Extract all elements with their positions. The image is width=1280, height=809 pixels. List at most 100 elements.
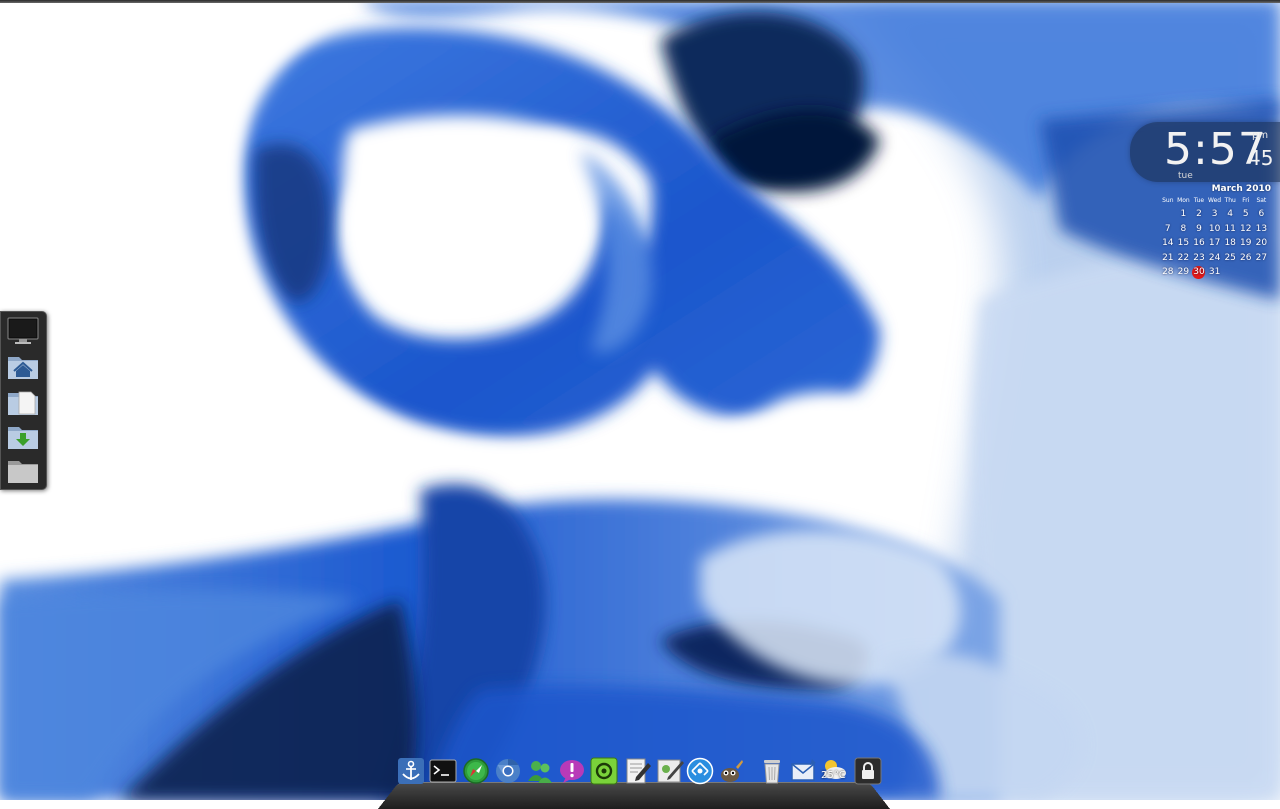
calendar-day[interactable]: 26 bbox=[1238, 251, 1254, 266]
calendar-day[interactable]: 21 bbox=[1160, 251, 1176, 266]
places-item-folder[interactable] bbox=[7, 455, 39, 485]
calendar-day[interactable]: 12 bbox=[1238, 222, 1254, 237]
calendar-cell[interactable]: 29 bbox=[1176, 265, 1192, 280]
calendar-cell[interactable]: 19 bbox=[1238, 236, 1254, 251]
calendar-day[interactable]: 23 bbox=[1191, 251, 1207, 266]
clock-day: tue bbox=[1178, 171, 1193, 181]
dock-item-mail[interactable] bbox=[790, 757, 818, 785]
recycle-icon bbox=[590, 757, 618, 785]
calendar-day[interactable]: 13 bbox=[1254, 222, 1270, 237]
calendar-cell[interactable]: 26 bbox=[1238, 251, 1254, 266]
calendar-day[interactable]: 1 bbox=[1176, 207, 1192, 222]
calendar-cell[interactable]: 2 bbox=[1191, 207, 1207, 222]
calendar-cell[interactable]: 21 bbox=[1160, 251, 1176, 266]
calendar-cell[interactable]: 8 bbox=[1176, 222, 1192, 237]
calendar-cell[interactable]: 27 bbox=[1254, 251, 1270, 266]
dock-item-anchor[interactable] bbox=[397, 757, 425, 785]
calendar-cell[interactable]: 6 bbox=[1254, 207, 1270, 222]
calendar-empty-cell bbox=[1238, 265, 1254, 280]
calendar-day[interactable]: 24 bbox=[1207, 251, 1223, 266]
calendar-cell[interactable]: 17 bbox=[1207, 236, 1223, 251]
calendar-empty-cell bbox=[1222, 265, 1238, 280]
dock-item-lock[interactable] bbox=[854, 757, 882, 785]
calendar-weekday: Wed bbox=[1208, 197, 1222, 204]
dock-item-contacts[interactable] bbox=[526, 757, 554, 785]
calendar-day[interactable]: 9 bbox=[1191, 222, 1207, 237]
dock-item-compass[interactable] bbox=[462, 757, 490, 785]
calendar-day[interactable]: 11 bbox=[1222, 222, 1238, 237]
places-item-computer[interactable] bbox=[7, 316, 39, 346]
calendar-day[interactable]: 16 bbox=[1191, 236, 1207, 251]
calendar-cell[interactable]: 1 bbox=[1176, 207, 1192, 222]
calendar-day[interactable]: 31 bbox=[1207, 265, 1223, 280]
text-editor-icon bbox=[626, 758, 651, 784]
places-sidebar bbox=[0, 311, 47, 490]
dock-item-trash[interactable] bbox=[758, 757, 786, 785]
calendar-day[interactable]: 8 bbox=[1176, 222, 1192, 237]
dock-item-network[interactable] bbox=[686, 757, 714, 785]
calendar-cell[interactable]: 10 bbox=[1207, 222, 1223, 237]
calendar-cell[interactable]: 23 bbox=[1191, 251, 1207, 266]
calendar-weekday: Sat bbox=[1256, 197, 1267, 204]
mail-icon bbox=[791, 759, 816, 781]
calendar-day[interactable]: 27 bbox=[1254, 251, 1270, 266]
places-item-home[interactable] bbox=[7, 351, 39, 381]
calendar-cell[interactable]: 28 bbox=[1160, 265, 1176, 280]
calendar-day[interactable]: 6 bbox=[1254, 207, 1270, 222]
calendar-day[interactable]: 29 bbox=[1176, 265, 1192, 280]
calendar-cell[interactable]: 7 bbox=[1160, 222, 1176, 237]
places-item-documents[interactable] bbox=[7, 387, 39, 417]
calendar-day[interactable]: 15 bbox=[1176, 236, 1192, 251]
calendar-weekday: Thu bbox=[1224, 197, 1236, 204]
calendar-cell[interactable]: 4 bbox=[1222, 207, 1238, 222]
dock-item-text-editor[interactable] bbox=[624, 757, 652, 785]
calendar-cell[interactable]: 31 bbox=[1207, 265, 1223, 280]
calendar-day[interactable]: 28 bbox=[1160, 265, 1176, 280]
calendar-cell[interactable]: 16 bbox=[1191, 236, 1207, 251]
weather-temperature: 25°C bbox=[821, 770, 846, 781]
calendar-cell[interactable]: 14 bbox=[1160, 236, 1176, 251]
dock-item-recycle[interactable] bbox=[590, 757, 618, 785]
calendar-cell[interactable]: 22 bbox=[1176, 251, 1192, 266]
calendar-cell[interactable]: 13 bbox=[1254, 222, 1270, 237]
calendar-day[interactable]: 19 bbox=[1238, 236, 1254, 251]
calendar-cell[interactable]: 11 bbox=[1222, 222, 1238, 237]
calendar-day[interactable]: 17 bbox=[1207, 236, 1223, 251]
gimp-icon bbox=[721, 760, 743, 782]
calendar-today[interactable]: 30 bbox=[1192, 266, 1206, 280]
calendar-day[interactable]: 10 bbox=[1207, 222, 1223, 237]
dock-item-terminal[interactable] bbox=[429, 757, 457, 785]
calendar-weekday: Fri bbox=[1242, 197, 1250, 204]
calendar-cell[interactable]: 18 bbox=[1222, 236, 1238, 251]
calendar-day[interactable]: 14 bbox=[1160, 236, 1176, 251]
calendar-cell[interactable]: 9 bbox=[1191, 222, 1207, 237]
places-item-downloads[interactable] bbox=[7, 421, 39, 451]
calendar-day[interactable]: 3 bbox=[1207, 207, 1223, 222]
documents-folder-icon bbox=[8, 391, 38, 415]
calendar-empty-cell bbox=[1160, 207, 1176, 222]
calendar-cell[interactable]: 24 bbox=[1207, 251, 1223, 266]
dock-item-chromium[interactable] bbox=[494, 757, 522, 785]
calendar-day[interactable]: 20 bbox=[1254, 236, 1270, 251]
calendar-day[interactable]: 2 bbox=[1191, 207, 1207, 222]
calendar-cell[interactable]: 15 bbox=[1176, 236, 1192, 251]
clock-ampm: pm bbox=[1252, 130, 1269, 141]
calendar-weekday: Mon bbox=[1177, 197, 1190, 204]
calendar-cell[interactable]: 30 bbox=[1191, 265, 1207, 280]
calendar-day[interactable]: 18 bbox=[1222, 236, 1238, 251]
calendar-cell[interactable]: 5 bbox=[1238, 207, 1254, 222]
calendar-month-title: March 2010 bbox=[1211, 184, 1271, 194]
calendar-day[interactable]: 5 bbox=[1238, 207, 1254, 222]
calendar-cell[interactable]: 20 bbox=[1254, 236, 1270, 251]
calendar-day[interactable]: 7 bbox=[1160, 222, 1176, 237]
dock-item-notification[interactable] bbox=[558, 757, 586, 785]
calendar-cell[interactable]: 25 bbox=[1222, 251, 1238, 266]
calendar-day[interactable]: 25 bbox=[1222, 251, 1238, 266]
dock-item-image-editor[interactable] bbox=[656, 757, 684, 785]
calendar-widget: March 2010 Sun Mon Tue Wed Thu Fri Sat 1 2 3 4 5 6 7 8… bbox=[1160, 184, 1276, 280]
calendar-cell[interactable]: 3 bbox=[1207, 207, 1223, 222]
calendar-day[interactable]: 4 bbox=[1222, 207, 1238, 222]
calendar-cell[interactable]: 12 bbox=[1238, 222, 1254, 237]
calendar-day[interactable]: 22 bbox=[1176, 251, 1192, 266]
dock-item-gimp[interactable] bbox=[716, 757, 744, 785]
